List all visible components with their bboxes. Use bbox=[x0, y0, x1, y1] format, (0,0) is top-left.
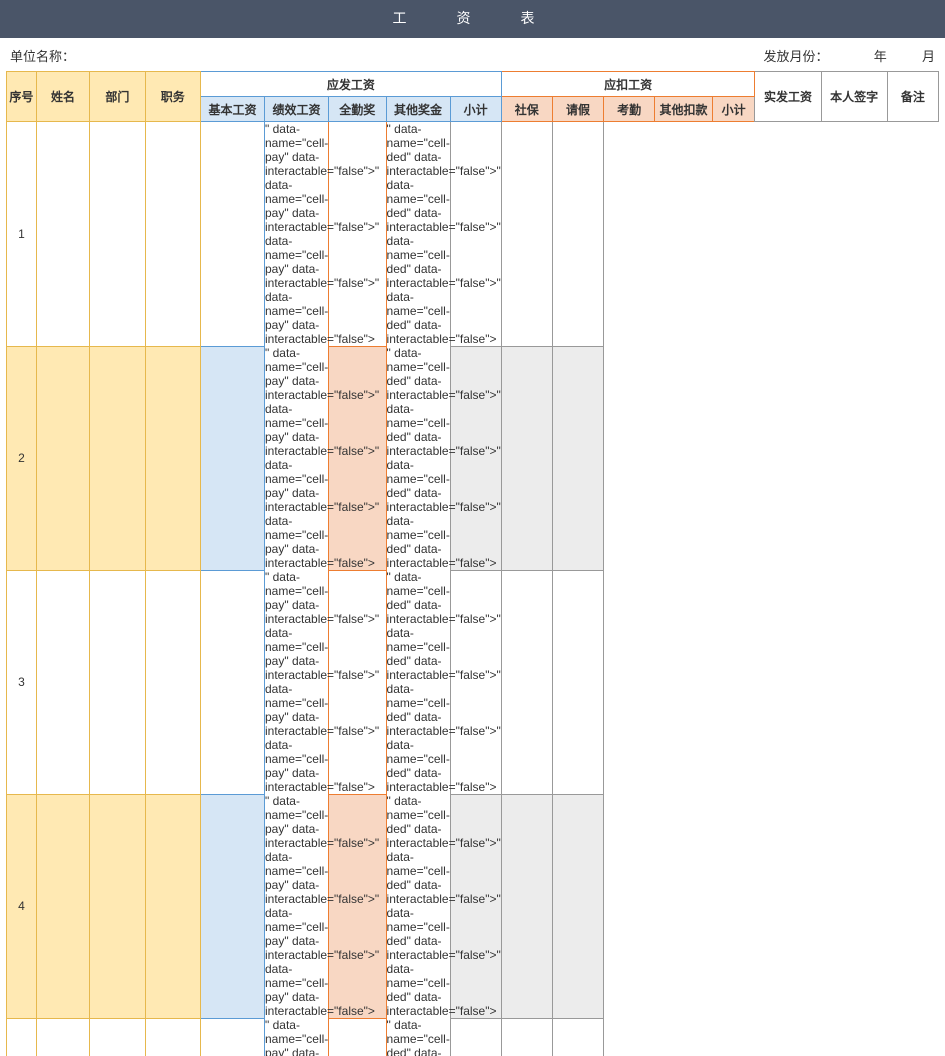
col-actual: 实发工资 bbox=[755, 72, 821, 122]
month-label: 月 bbox=[922, 49, 935, 64]
cell-pos bbox=[145, 570, 200, 794]
cell-dept bbox=[90, 1018, 145, 1056]
page-title: 工 资 表 bbox=[0, 0, 945, 38]
meta-row: 单位名称： 发放月份： 年 月 bbox=[0, 38, 945, 71]
cell-pos bbox=[145, 794, 200, 1018]
cell-sign bbox=[501, 794, 552, 1018]
table-row: 3" data-name="cell-pay" data-interactabl… bbox=[7, 570, 939, 794]
cell-pay bbox=[201, 346, 265, 570]
cell-sign bbox=[501, 122, 552, 347]
cell-actual bbox=[450, 122, 501, 347]
cell-ded bbox=[328, 122, 386, 347]
col-dept: 部门 bbox=[90, 72, 145, 122]
cell-ded bbox=[328, 570, 386, 794]
cell-pos bbox=[145, 346, 200, 570]
cell-name bbox=[36, 1018, 89, 1056]
cell-pos bbox=[145, 1018, 200, 1056]
col-pay-1: 绩效工资 bbox=[265, 97, 329, 122]
col-remark: 备注 bbox=[887, 72, 938, 122]
cell-sign bbox=[501, 1018, 552, 1056]
col-sign: 本人签字 bbox=[821, 72, 887, 122]
col-pay-0: 基本工资 bbox=[201, 97, 265, 122]
cell-name bbox=[36, 794, 89, 1018]
col-ded-4: 小计 bbox=[712, 97, 755, 122]
col-name: 姓名 bbox=[36, 72, 89, 122]
cell-remark bbox=[552, 346, 603, 570]
cell-pay bbox=[201, 122, 265, 347]
cell-name bbox=[36, 346, 89, 570]
cell-remark bbox=[552, 122, 603, 347]
cell-pay bbox=[201, 1018, 265, 1056]
col-seq: 序号 bbox=[7, 72, 37, 122]
cell-pay bbox=[201, 570, 265, 794]
cell-ded bbox=[328, 346, 386, 570]
cell-sign bbox=[501, 570, 552, 794]
cell-actual bbox=[450, 570, 501, 794]
cell-seq: 4 bbox=[7, 794, 37, 1018]
cell-remark bbox=[552, 570, 603, 794]
salary-table: 序号 姓名 部门 职务 应发工资 应扣工资 实发工资 本人签字 备注 基本工资 … bbox=[6, 71, 939, 1056]
cell-actual bbox=[450, 1018, 501, 1056]
cell-seq: 1 bbox=[7, 122, 37, 347]
cell-dept bbox=[90, 346, 145, 570]
cell-seq: 5 bbox=[7, 1018, 37, 1056]
col-pay-3: 其他奖金 bbox=[386, 97, 450, 122]
issue-month: 发放月份： 年 月 bbox=[759, 46, 935, 65]
col-ded-3: 其他扣款 bbox=[655, 97, 713, 122]
cell-dept bbox=[90, 570, 145, 794]
cell-remark bbox=[552, 794, 603, 1018]
cell-dept bbox=[90, 122, 145, 347]
unit-name-label: 单位名称： bbox=[10, 46, 75, 65]
col-ded-0: 社保 bbox=[501, 97, 552, 122]
cell-pay bbox=[201, 794, 265, 1018]
group-payable: 应发工资 bbox=[201, 72, 502, 97]
cell-remark bbox=[552, 1018, 603, 1056]
table-row: 2" data-name="cell-pay" data-interactabl… bbox=[7, 346, 939, 570]
cell-actual bbox=[450, 346, 501, 570]
cell-seq: 3 bbox=[7, 570, 37, 794]
cell-pos bbox=[145, 122, 200, 347]
col-pay-4: 小计 bbox=[450, 97, 501, 122]
issue-label: 发放月份： bbox=[763, 49, 828, 64]
cell-ded bbox=[328, 794, 386, 1018]
table-row: 1" data-name="cell-pay" data-interactabl… bbox=[7, 122, 939, 347]
table-row: 4" data-name="cell-pay" data-interactabl… bbox=[7, 794, 939, 1018]
cell-ded bbox=[328, 1018, 386, 1056]
cell-name bbox=[36, 122, 89, 347]
cell-dept bbox=[90, 794, 145, 1018]
col-ded-2: 考勤 bbox=[604, 97, 655, 122]
cell-actual bbox=[450, 794, 501, 1018]
group-deduct: 应扣工资 bbox=[501, 72, 755, 97]
col-pay-2: 全勤奖 bbox=[328, 97, 386, 122]
cell-seq: 2 bbox=[7, 346, 37, 570]
table-row: 5" data-name="cell-pay" data-interactabl… bbox=[7, 1018, 939, 1056]
col-pos: 职务 bbox=[145, 72, 200, 122]
cell-name bbox=[36, 570, 89, 794]
col-ded-1: 请假 bbox=[552, 97, 603, 122]
year-label: 年 bbox=[874, 49, 887, 64]
cell-sign bbox=[501, 346, 552, 570]
